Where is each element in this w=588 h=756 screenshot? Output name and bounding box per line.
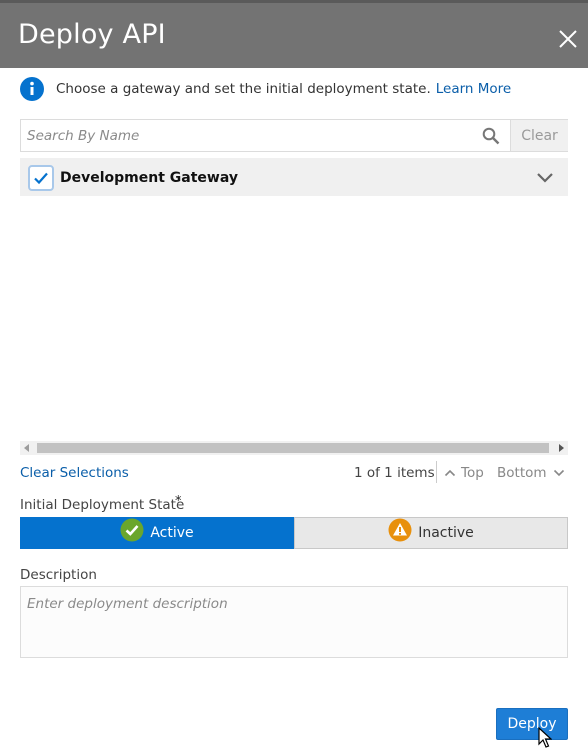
search-icon[interactable] <box>482 127 500 145</box>
deployment-state-label: Initial Deployment State <box>20 497 185 513</box>
chevron-down-icon[interactable] <box>536 170 554 184</box>
pagination-divider <box>436 461 437 483</box>
info-message: Choose a gateway and set the initial dep… <box>20 77 511 101</box>
chevron-down-small-icon <box>553 469 564 477</box>
top-link[interactable]: Top <box>444 465 484 481</box>
mouse-cursor-icon <box>538 726 553 749</box>
info-icon <box>20 77 44 101</box>
scrollbar-thumb[interactable] <box>37 443 549 453</box>
description-input[interactable] <box>20 586 568 658</box>
bottom-label: Bottom <box>497 465 547 481</box>
search-input[interactable] <box>21 120 471 151</box>
item-count: 1 of 1 items <box>354 465 435 481</box>
checkmark-icon <box>34 172 48 185</box>
active-label: Active <box>150 525 194 541</box>
bottom-link[interactable]: Bottom <box>497 465 565 481</box>
dialog-header: Deploy API <box>0 0 588 68</box>
description-label: Description <box>20 567 97 583</box>
inactive-label: Inactive <box>418 525 474 541</box>
learn-more-link[interactable]: Learn More <box>436 81 512 97</box>
clear-selections-link[interactable]: Clear Selections <box>20 465 129 481</box>
gateway-name: Development Gateway <box>60 170 238 186</box>
active-state-button[interactable]: Active <box>20 517 294 549</box>
check-circle-icon <box>120 518 144 542</box>
top-label: Top <box>461 465 484 481</box>
required-marker: * <box>175 494 182 509</box>
warning-icon <box>388 518 412 542</box>
search-box: Clear <box>20 119 568 152</box>
close-icon[interactable] <box>556 27 580 51</box>
horizontal-scrollbar[interactable] <box>20 441 568 455</box>
chevron-up-icon <box>444 469 456 477</box>
scroll-right-icon[interactable] <box>559 444 564 452</box>
deploy-button[interactable]: Deploy <box>496 708 568 740</box>
scroll-left-icon[interactable] <box>24 444 29 452</box>
info-text: Choose a gateway and set the initial dep… <box>56 81 431 97</box>
gateway-item[interactable]: Development Gateway <box>20 158 568 196</box>
dialog-title: Deploy API <box>18 19 166 50</box>
inactive-state-button[interactable]: Inactive <box>294 517 568 549</box>
clear-search-button[interactable]: Clear <box>510 120 568 151</box>
gateway-checkbox[interactable] <box>28 165 54 191</box>
